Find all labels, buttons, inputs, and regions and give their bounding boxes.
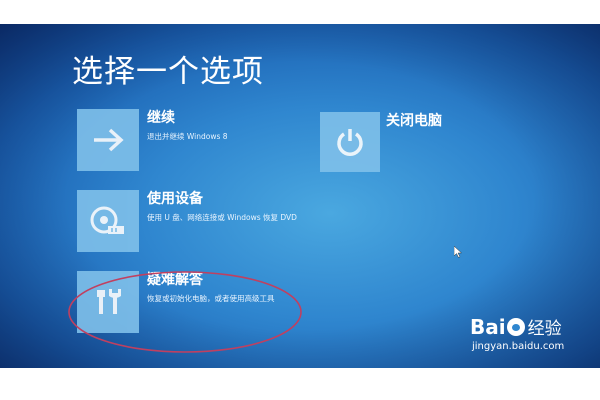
option-troubleshoot-tile[interactable] [77, 271, 139, 333]
option-continue[interactable]: 继续 退出并继续 Windows 8 [77, 109, 317, 171]
option-use-device-description: 使用 U 盘、网络连接或 Windows 恢复 DVD [147, 213, 297, 222]
tools-icon [97, 289, 121, 314]
mouse-cursor-icon [454, 246, 462, 258]
option-troubleshoot-label: 疑难解答 [147, 272, 203, 288]
option-troubleshoot-description: 恢复或初始化电脑，或者使用高级工具 [147, 294, 275, 303]
watermark-brand: 经验 [527, 319, 562, 339]
watermark-url: jingyan.baidu.com [472, 341, 565, 352]
option-shutdown[interactable]: 关闭电脑 [320, 112, 520, 174]
watermark-logo: Bai 经验 [470, 314, 562, 339]
option-continue-description: 退出并继续 Windows 8 [147, 132, 228, 141]
arrow-right-icon [94, 128, 124, 152]
baidu-watermark: Bai 经验 jingyan.baidu.com [470, 314, 590, 358]
option-shutdown-label: 关闭电脑 [386, 113, 442, 129]
option-use-device-label: 使用设备 [147, 191, 203, 207]
option-use-device[interactable]: 使用设备 使用 U 盘、网络连接或 Windows 恢复 DVD [77, 190, 317, 252]
baidu-paw-icon [506, 318, 525, 336]
option-use-device-tile[interactable] [77, 190, 139, 252]
option-shutdown-tile[interactable] [320, 112, 380, 172]
option-continue-tile[interactable] [77, 109, 139, 171]
page-title: 选择一个选项 [72, 54, 264, 90]
power-icon [337, 129, 363, 156]
disc-drive-icon [90, 206, 124, 234]
watermark-logo-text: Bai [470, 315, 506, 339]
screen-photo: 选择一个选项 继续 退出并继续 Windows 8 使用设备 使用 U 盘、网络… [0, 24, 600, 368]
option-continue-label: 继续 [147, 110, 175, 126]
option-troubleshoot[interactable]: 疑难解答 恢复或初始化电脑，或者使用高级工具 [77, 271, 317, 333]
